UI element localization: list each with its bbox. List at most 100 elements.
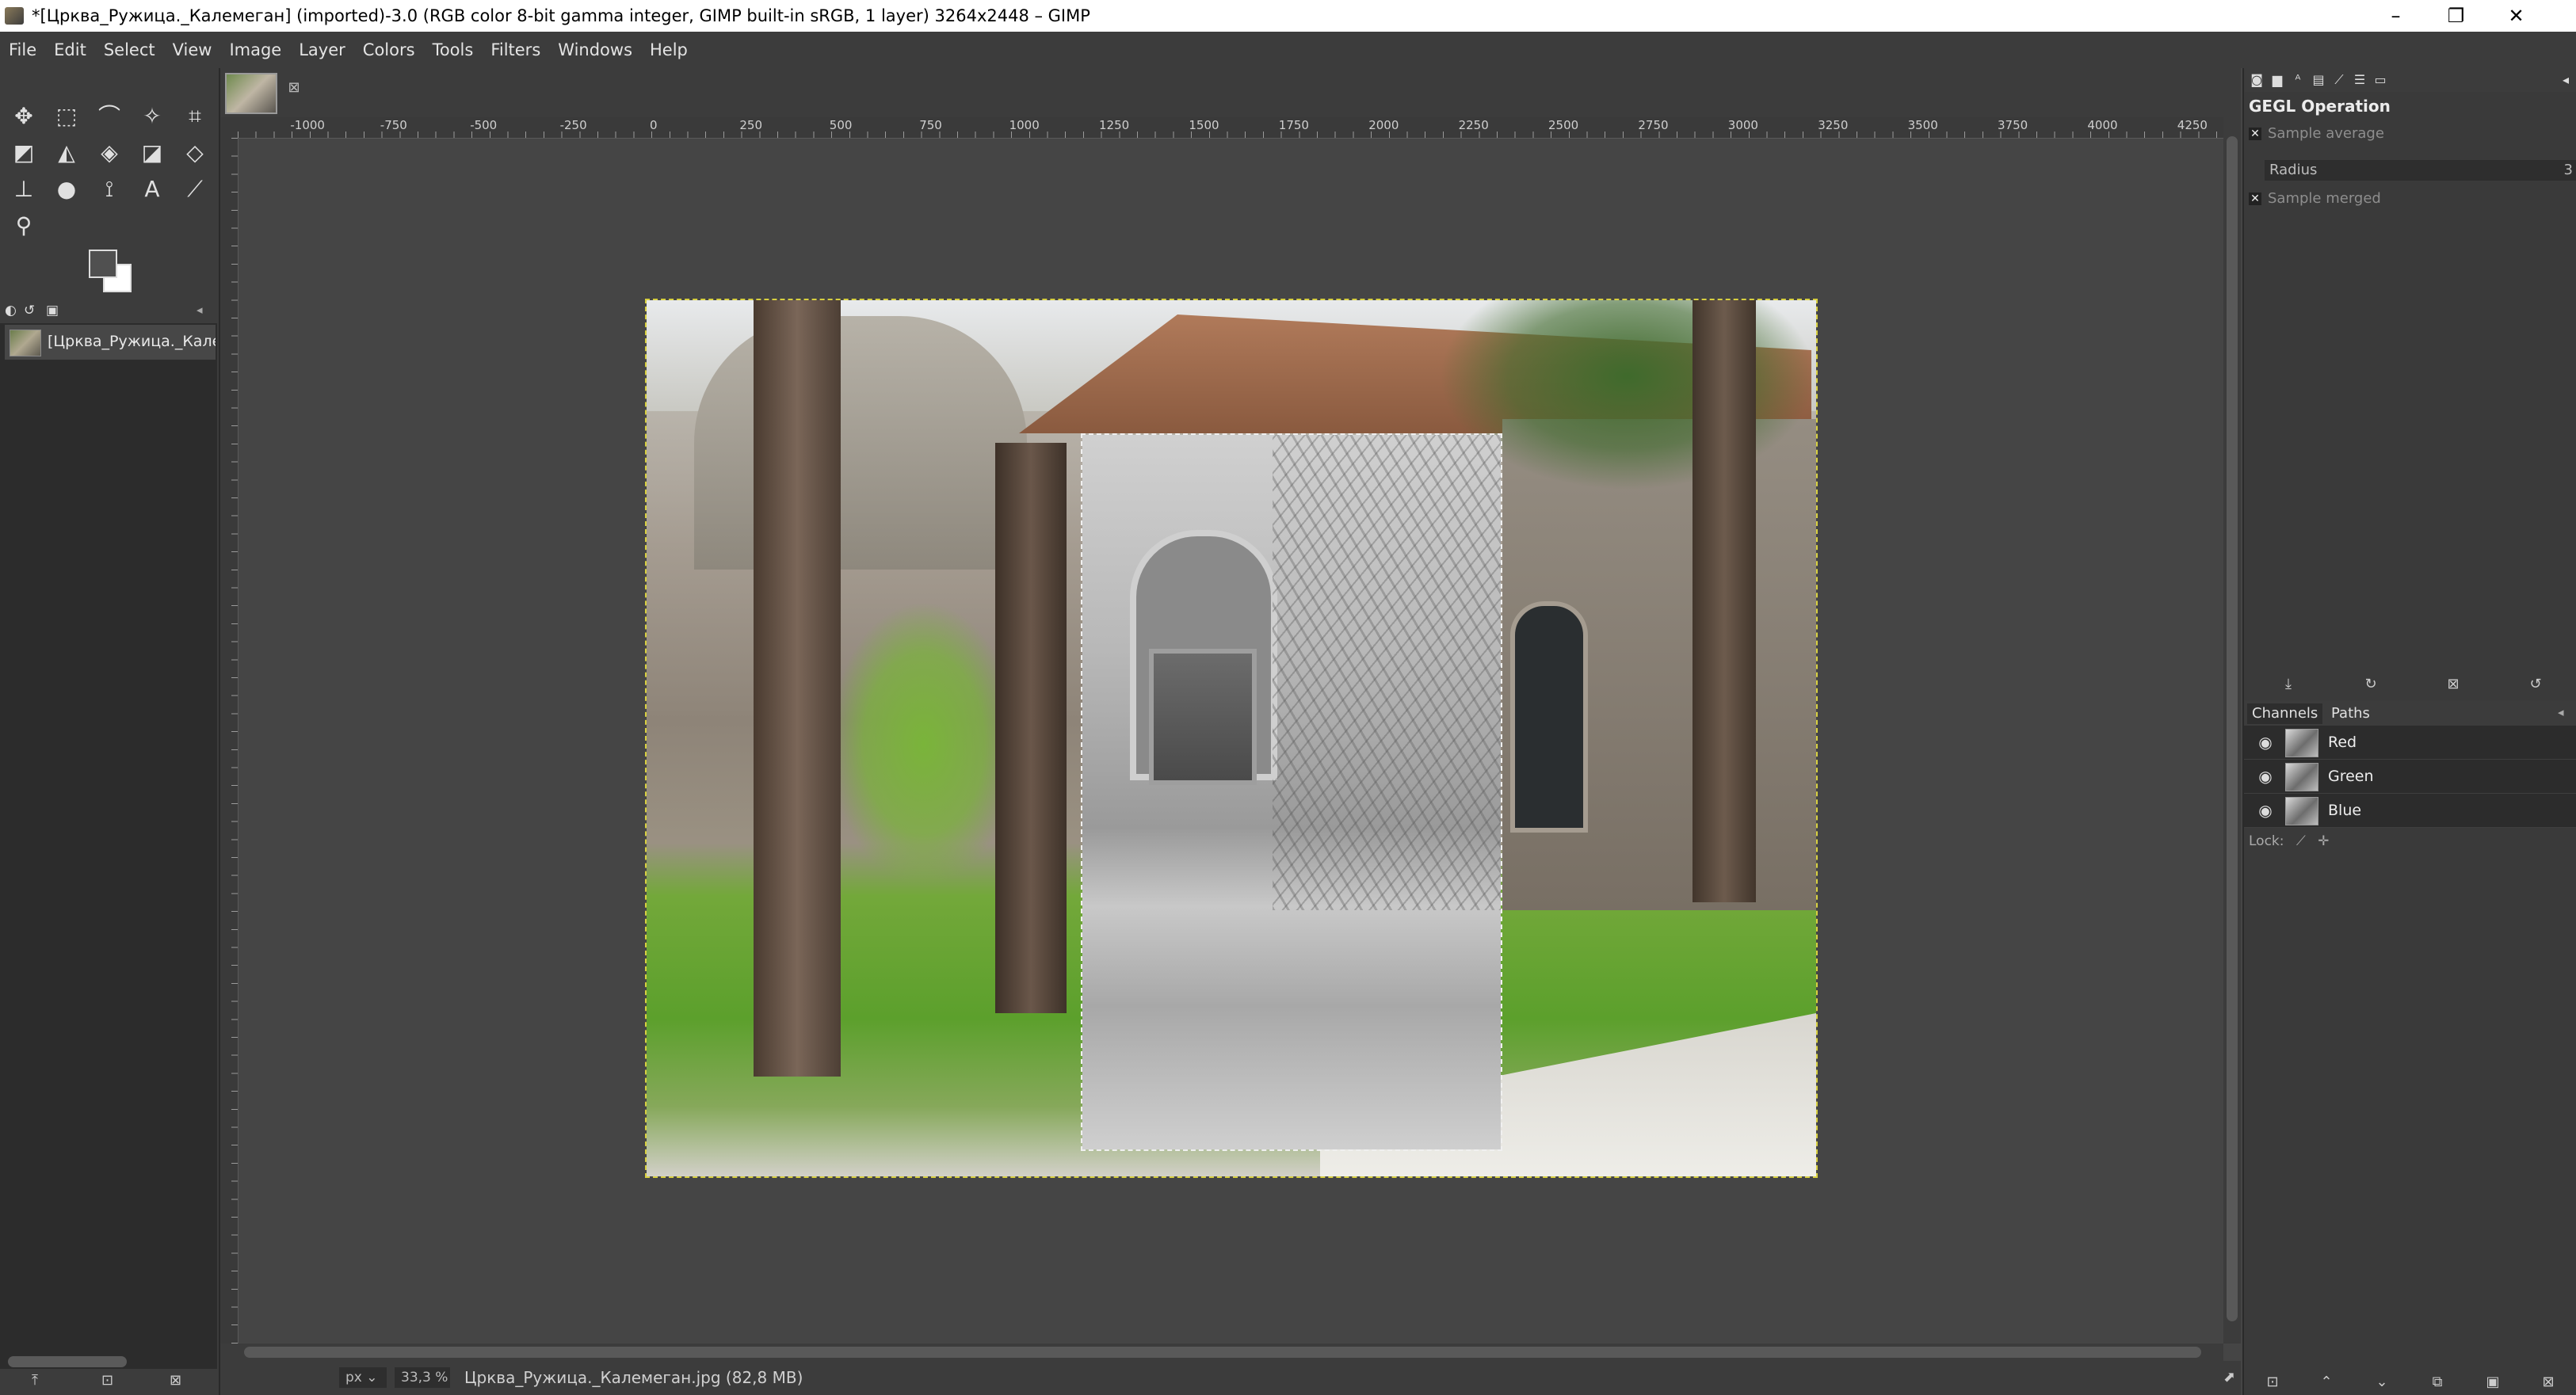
menu-image[interactable]: Image — [220, 32, 290, 68]
desaturated-selection[interactable] — [1081, 433, 1502, 1151]
tab-channels[interactable]: Channels — [2247, 703, 2323, 724]
zoom-tool-icon[interactable]: ⚲ — [3, 208, 44, 244]
channels-menu-icon[interactable]: ◂ — [2558, 705, 2564, 719]
sample-merged-row[interactable]: ✕ Sample merged — [2249, 190, 2381, 207]
paths-tool-icon[interactable]: ⟟ — [89, 171, 130, 208]
menu-help[interactable]: Help — [641, 32, 696, 68]
fg-bg-color-swatches[interactable] — [89, 250, 132, 292]
menu-colors[interactable]: Colors — [354, 32, 424, 68]
visibility-eye-icon[interactable]: ◉ — [2255, 768, 2276, 785]
eraser-tool-icon[interactable]: ◇ — [174, 135, 216, 171]
channel-row-green[interactable]: ◉ Green — [2244, 760, 2576, 794]
close-tab-icon[interactable]: ⊠ — [285, 79, 303, 97]
tab-paths[interactable]: Paths — [2326, 703, 2375, 724]
warp-tool-icon[interactable]: ◭ — [46, 135, 87, 171]
rect-select-tool-icon[interactable]: ⬚ — [46, 98, 87, 135]
crop-tool-icon[interactable]: ⌗ — [174, 98, 216, 135]
panel-menu-icon[interactable]: ◂ — [197, 303, 203, 317]
unit-select[interactable]: px ⌄ — [339, 1367, 387, 1388]
sample-merged-label: Sample merged — [2268, 190, 2381, 207]
menu-tools[interactable]: Tools — [424, 32, 483, 68]
raise-image-icon[interactable]: ⤒ — [32, 1372, 38, 1389]
photo-layer[interactable] — [645, 299, 1818, 1178]
sample-average-row[interactable]: ✕ Sample average — [2249, 125, 2384, 142]
photo-church-window — [1510, 601, 1588, 833]
color-picker-tool-icon[interactable]: ⟋ — [174, 171, 216, 208]
ruler-tick-label: 4250 — [2177, 118, 2208, 132]
gradient-tool-icon[interactable]: ◪ — [132, 135, 173, 171]
gradients-tab-icon[interactable]: ▤ — [2311, 73, 2326, 87]
save-preset-icon[interactable]: ⤓ — [2273, 675, 2304, 694]
maximize-button[interactable]: ❐ — [2426, 0, 2486, 32]
ruler-tick-label: -500 — [470, 118, 498, 132]
text-tool-icon[interactable]: A — [132, 171, 173, 208]
image-thumbnail — [10, 330, 41, 356]
restore-preset-icon[interactable]: ↻ — [2355, 675, 2387, 694]
fonts-tab-icon[interactable]: ᴬ — [2290, 73, 2306, 87]
menu-filters[interactable]: Filters — [482, 32, 549, 68]
vertical-scrollbar[interactable] — [2223, 117, 2241, 1344]
display-tab-icon[interactable]: ▭ — [2372, 73, 2388, 87]
channel-row-blue[interactable]: ◉ Blue — [2244, 794, 2576, 828]
close-window-button[interactable]: ✕ — [2486, 0, 2546, 32]
new-channel-icon[interactable]: ⊡ — [2257, 1374, 2288, 1391]
image-canvas[interactable] — [239, 139, 2223, 1344]
duplicate-channel-icon[interactable]: ⧉ — [2421, 1374, 2453, 1391]
patterns-tab-icon[interactable]: ⟋ — [2331, 73, 2347, 87]
lock-position-icon[interactable]: ✛ — [2318, 833, 2329, 849]
channel-to-selection-icon[interactable]: ▣ — [2477, 1374, 2509, 1391]
vertical-ruler[interactable] — [220, 138, 239, 1344]
lasso-tool-icon[interactable]: ⌒ — [89, 98, 130, 135]
horizontal-scrollbar[interactable] — [220, 1344, 2223, 1361]
tool-options-heading: GEGL Operation — [2249, 97, 2391, 116]
horizontal-scrollbar-thumb[interactable] — [244, 1347, 2201, 1358]
menu-layer[interactable]: Layer — [290, 32, 354, 68]
dock-menu-icon[interactable]: ◂ — [2558, 73, 2574, 87]
menu-view[interactable]: View — [164, 32, 221, 68]
device-status-icon[interactable]: ◐ — [5, 303, 17, 318]
vertical-ruler-ticks — [231, 138, 238, 1344]
new-display-icon[interactable]: ⊡ — [101, 1372, 113, 1389]
layers-tab-icon[interactable]: ☰ — [2352, 73, 2368, 87]
bucket-fill-tool-icon[interactable]: ◈ — [89, 135, 130, 171]
menu-windows[interactable]: Windows — [549, 32, 641, 68]
navigate-icon[interactable]: ⬈ — [2223, 1369, 2235, 1385]
image-list-item[interactable]: [Црква_Ружица._Калем — [5, 325, 216, 360]
image-tab-thumbnail[interactable] — [225, 73, 277, 114]
sample-average-checkbox[interactable]: ✕ — [2249, 128, 2261, 140]
reset-options-icon[interactable]: ↺ — [2520, 675, 2551, 694]
images-panel-tabs: ◐ ↺ ▣ ◂ — [0, 299, 217, 323]
channel-thumbnail — [2285, 797, 2318, 825]
tool-options-tab-icon[interactable]: ◙ — [2249, 73, 2265, 87]
transform-tool-icon[interactable]: ◩ — [3, 135, 44, 171]
raise-channel-icon[interactable]: ⌃ — [2311, 1374, 2342, 1391]
fuzzy-select-tool-icon[interactable]: ✧ — [132, 98, 173, 135]
brushes-tab-icon[interactable]: ▆ — [2269, 73, 2285, 87]
move-tool-icon[interactable]: ✥ — [3, 98, 44, 135]
vertical-scrollbar-thumb[interactable] — [2227, 136, 2238, 1321]
lower-channel-icon[interactable]: ⌄ — [2366, 1374, 2398, 1391]
visibility-eye-icon[interactable]: ◉ — [2255, 734, 2276, 751]
minimize-button[interactable]: – — [2366, 0, 2425, 32]
images-tab-icon[interactable]: ▣ — [46, 303, 59, 318]
lock-pixels-icon[interactable]: ⟋ — [2296, 833, 2306, 849]
visibility-eye-icon[interactable]: ◉ — [2255, 802, 2276, 819]
undo-history-icon[interactable]: ↺ — [24, 303, 35, 318]
radius-spinner[interactable]: Radius 3 — [2265, 160, 2576, 181]
foreground-color-swatch[interactable] — [89, 250, 117, 278]
smudge-tool-icon[interactable]: ● — [46, 171, 87, 208]
menu-select[interactable]: Select — [95, 32, 164, 68]
menu-edit[interactable]: Edit — [45, 32, 95, 68]
menu-file[interactable]: File — [0, 32, 45, 68]
channel-row-red[interactable]: ◉ Red — [2244, 726, 2576, 760]
delete-image-icon[interactable]: ⊠ — [170, 1372, 181, 1389]
clone-tool-icon[interactable]: ⊥ — [3, 171, 44, 208]
zoom-select[interactable]: 33,3 % — [395, 1367, 450, 1388]
delete-preset-icon[interactable]: ⊠ — [2437, 675, 2469, 694]
horizontal-ruler[interactable]: -1000 -750 -500 -250 0 250 500 750 1000 1250 1500 1… — [238, 117, 2223, 139]
ruler-corner[interactable] — [220, 117, 238, 138]
ruler-tick-label: 250 — [739, 118, 763, 132]
images-panel-scrollbar[interactable] — [8, 1356, 127, 1367]
sample-merged-checkbox[interactable]: ✕ — [2249, 192, 2261, 205]
delete-channel-icon[interactable]: ⊠ — [2532, 1374, 2564, 1391]
